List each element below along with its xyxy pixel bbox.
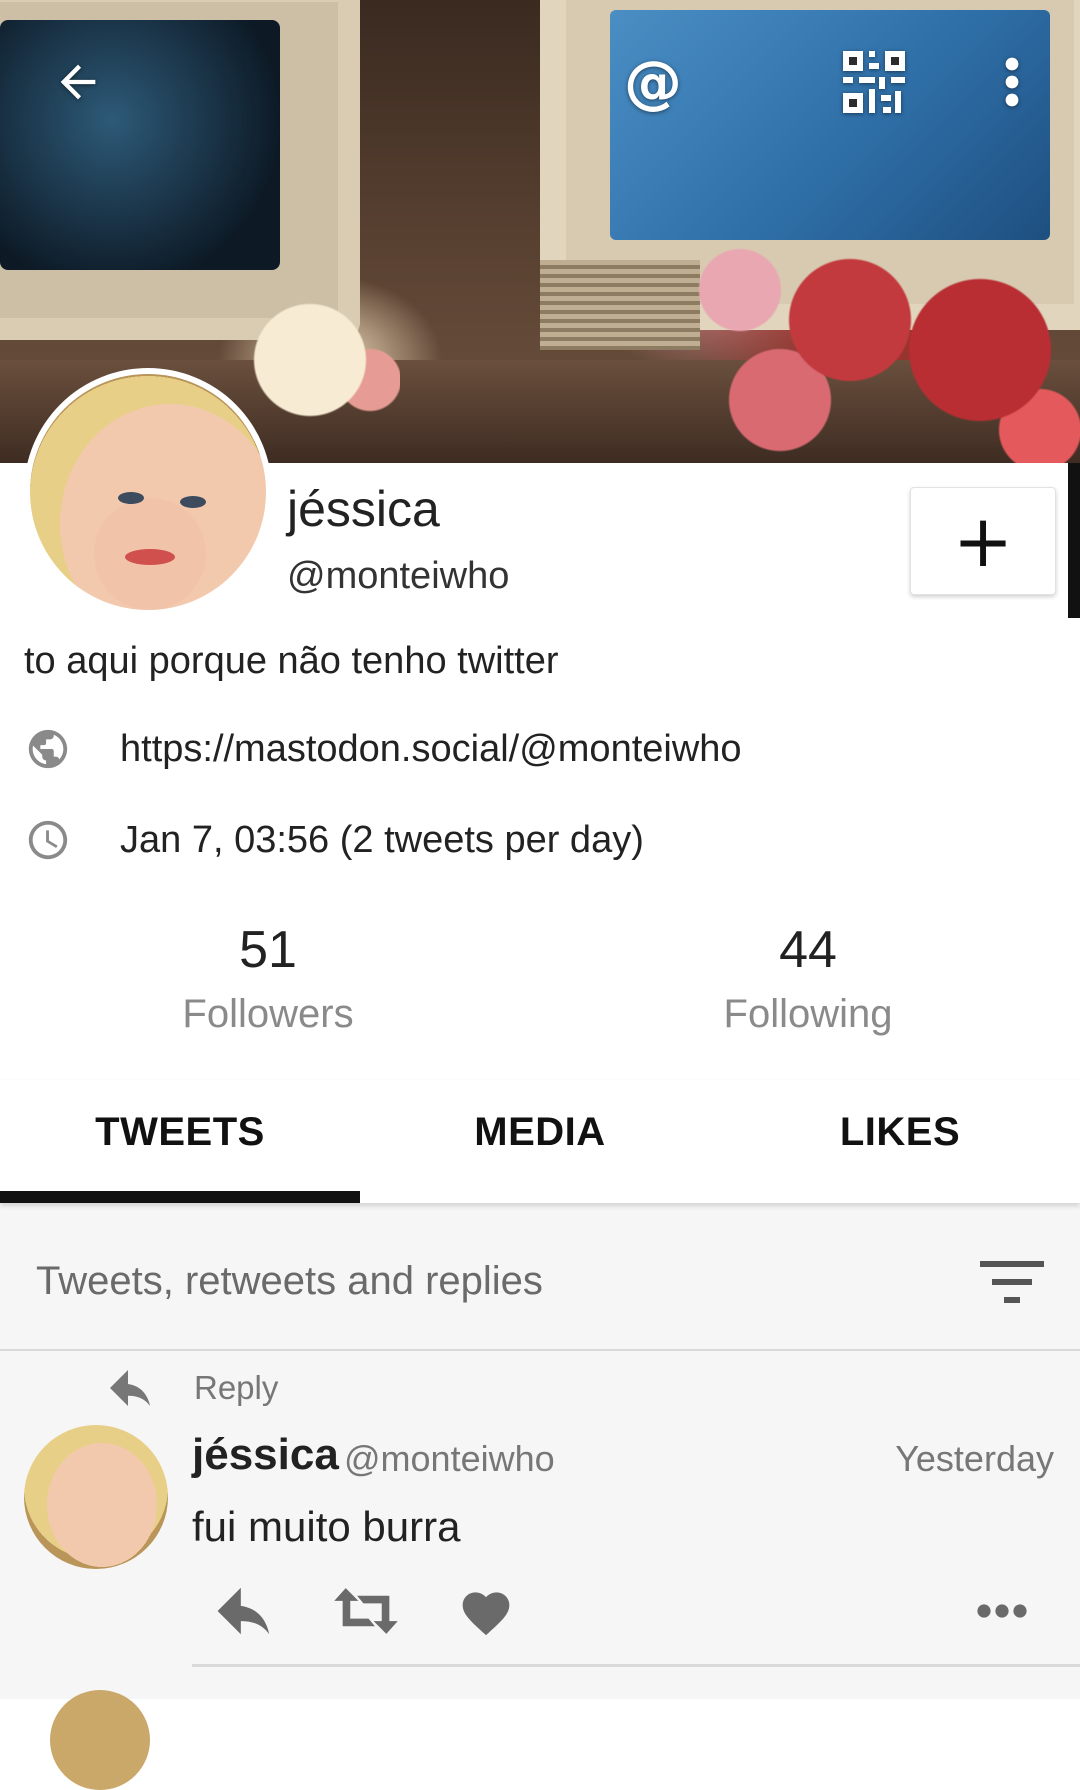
more-dots-icon[interactable] (966, 1580, 1038, 1642)
profile-joined-text: Jan 7, 03:56 (2 tweets per day) (120, 818, 644, 861)
next-tweet-avatar[interactable] (50, 1690, 150, 1790)
at-sign-icon[interactable]: @ (621, 48, 685, 116)
tweet-text: fui muito burra (192, 1503, 461, 1550)
retweet-icon[interactable] (330, 1580, 402, 1642)
reply-icon[interactable] (210, 1580, 282, 1642)
banner-image-cream-flower (250, 300, 400, 420)
profile-joined-row: Jan 7, 03:56 (2 tweets per day) (24, 816, 644, 864)
tweet-timestamp: Yesterday (895, 1438, 1054, 1479)
follow-button[interactable]: + (910, 487, 1056, 595)
reply-context-label: Reply (194, 1369, 279, 1406)
timeline-filter-label: Tweets, retweets and replies (36, 1259, 543, 1303)
tab-likes[interactable]: LIKES (720, 1110, 1080, 1155)
filter-icon[interactable] (980, 1261, 1044, 1305)
globe-icon (24, 725, 72, 773)
scroll-edge-indicator (1068, 463, 1080, 618)
tweet-author-handle[interactable]: @monteiwho (344, 1438, 555, 1480)
following-count: 44 (779, 921, 837, 979)
reply-context-icon (108, 1368, 156, 1408)
followers-count: 51 (239, 921, 297, 979)
following-stat[interactable]: 44 Following (658, 920, 958, 1037)
timeline-filter-row[interactable]: Tweets, retweets and replies (0, 1203, 1080, 1351)
tweet-reply-context: Reply (108, 1368, 278, 1408)
tweet-author-avatar[interactable] (24, 1425, 168, 1569)
clock-icon (24, 816, 72, 864)
profile-display-name: jéssica (287, 481, 440, 537)
like-heart-icon[interactable] (450, 1580, 522, 1642)
profile-avatar[interactable] (24, 368, 272, 616)
tweet-author-name[interactable]: jéssica (192, 1430, 339, 1480)
tweet-divider (192, 1664, 1080, 1667)
profile-handle: @monteiwho (287, 555, 510, 597)
profile-website-row[interactable]: https://mastodon.social/@monteiwho (24, 725, 742, 773)
banner-image-flowers (680, 230, 1080, 463)
back-arrow-icon[interactable] (46, 50, 110, 114)
follow-button-label: + (952, 499, 1014, 583)
tab-tweets[interactable]: TWEETS (0, 1110, 360, 1155)
followers-stat[interactable]: 51 Followers (118, 920, 418, 1037)
profile-website-link[interactable]: https://mastodon.social/@monteiwho (120, 728, 742, 771)
following-label: Following (723, 992, 893, 1036)
tab-media[interactable]: MEDIA (360, 1110, 720, 1155)
profile-bio: to aqui porque não tenho twitter (24, 640, 559, 682)
tab-selected-indicator (0, 1191, 360, 1203)
qr-code-icon[interactable] (842, 50, 906, 114)
overflow-menu-icon[interactable] (980, 50, 1044, 114)
followers-label: Followers (182, 992, 354, 1036)
profile-tabs: TWEETS MEDIA LIKES (0, 1080, 1080, 1203)
